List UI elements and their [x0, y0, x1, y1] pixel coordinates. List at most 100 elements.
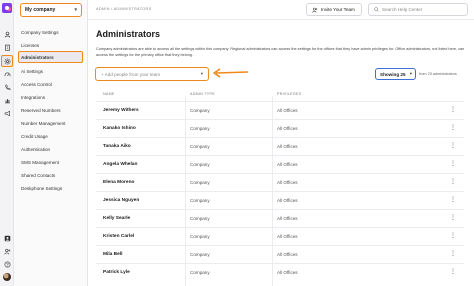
admin-name[interactable]: Jeremy Withers: [103, 108, 139, 113]
admin-type: Company: [190, 252, 210, 257]
search-icon: [374, 7, 379, 12]
showing-count-label: Showing 25: [380, 71, 406, 77]
column-header-name[interactable]: NAME: [103, 92, 115, 96]
admin-type: Company: [190, 108, 210, 113]
admin-type: Company: [190, 144, 210, 149]
more-options-icon[interactable]: ⋮: [450, 267, 456, 277]
admin-name[interactable]: Kanako Ishino: [103, 126, 136, 131]
table-header: NAME ADMIN TYPE PRIVILEGES: [100, 91, 462, 99]
more-options-icon[interactable]: ⋮: [450, 159, 456, 169]
admin-name[interactable]: Tanaka Aiko: [103, 144, 131, 149]
admin-type: Company: [190, 162, 210, 167]
sidebar-item-licenses[interactable]: Licenses: [20, 40, 39, 50]
admin-type: Company: [190, 126, 210, 131]
more-options-icon[interactable]: ⋮: [450, 213, 456, 223]
sidebar-item-sms-management[interactable]: SMS Management: [20, 157, 59, 167]
more-options-icon[interactable]: ⋮: [450, 249, 456, 259]
gauge-icon[interactable]: [3, 70, 11, 78]
company-select-value: My company: [25, 7, 56, 13]
table-row[interactable]: Mila Bell Company All Offices ⋮: [96, 245, 464, 263]
showing-count-select[interactable]: Showing 25 ▾: [375, 68, 416, 80]
sidebar-item-shared-contacts[interactable]: Shared Contacts: [20, 170, 55, 180]
admin-type: Company: [190, 270, 210, 275]
column-header-admin-type[interactable]: ADMIN TYPE: [190, 92, 215, 96]
admin-privileges: All Offices: [277, 162, 298, 167]
person-add-icon: [312, 7, 318, 13]
more-options-icon[interactable]: ⋮: [450, 105, 456, 115]
sidebar-item-reserved-numbers[interactable]: Reserved Numbers: [20, 105, 61, 115]
help-icon[interactable]: [3, 260, 11, 268]
company-select[interactable]: My company ▾: [20, 3, 82, 17]
admin-name[interactable]: Jessica Nguyen: [103, 198, 139, 203]
megaphone-icon[interactable]: [3, 109, 11, 117]
app-logo-icon[interactable]: [2, 3, 12, 13]
sidebar-item-authentication[interactable]: Authentication: [20, 144, 50, 154]
add-people-select[interactable]: + Add people from your team ▾: [95, 67, 209, 81]
admin-privileges: All Offices: [277, 144, 298, 149]
admin-privileges: All Offices: [277, 126, 298, 131]
sidebar-item-ai-settings[interactable]: Ai Settings: [20, 66, 43, 76]
more-options-icon[interactable]: ⋮: [450, 123, 456, 133]
page-title: Administrators: [96, 29, 161, 39]
page-description: Company administrators are able to acces…: [96, 47, 465, 57]
table-row[interactable]: Jessica Nguyen Company All Offices ⋮: [96, 191, 464, 209]
admin-name[interactable]: Patrick Lyle: [103, 270, 130, 275]
sidebar-item-administrators[interactable]: Administrators: [18, 51, 83, 63]
group-icon[interactable]: [3, 234, 11, 242]
table-row[interactable]: Angela Whelan Company All Offices ⋮: [96, 155, 464, 173]
sidebar-item-company-settings[interactable]: Company Settings: [20, 27, 59, 37]
chart-icon[interactable]: [3, 96, 11, 104]
admin-type: Company: [190, 198, 210, 203]
admin-name[interactable]: Mila Bell: [103, 252, 122, 257]
user-icon[interactable]: [3, 30, 11, 38]
table-row[interactable]: Kanako Ishino Company All Offices ⋮: [96, 119, 464, 137]
table-row[interactable]: Patrick Lyle Company All Offices ⋮: [96, 263, 464, 281]
sidebar-item-number-management[interactable]: Number Management: [20, 118, 65, 128]
more-options-icon[interactable]: ⋮: [450, 141, 456, 151]
sidebar-item-deskphone-settings[interactable]: Deskphone Settings: [20, 183, 62, 193]
admin-privileges: All Offices: [277, 252, 298, 257]
help-search-placeholder: Search Help Center: [382, 7, 423, 12]
admin-type: Company: [190, 234, 210, 239]
more-options-icon[interactable]: ⋮: [450, 231, 456, 241]
gear-icon[interactable]: [1, 55, 13, 67]
invite-team-label: Invite Your Team: [321, 7, 355, 12]
avatar[interactable]: [3, 273, 11, 281]
help-search-input[interactable]: Search Help Center: [368, 3, 468, 16]
annotation-arrow-icon: [213, 68, 249, 78]
table-row[interactable]: Jeremy Withers Company All Offices ⋮: [96, 101, 464, 119]
chevron-down-icon: ▾: [409, 71, 412, 76]
table-row[interactable]: Kristen Carlel Company All Offices ⋮: [96, 227, 464, 245]
admin-type: Company: [190, 216, 210, 221]
table-row[interactable]: Tanaka Aiko Company All Offices ⋮: [96, 137, 464, 155]
building-icon[interactable]: [3, 43, 11, 51]
invite-team-button[interactable]: Invite Your Team: [306, 3, 362, 16]
icon-rail: [0, 0, 14, 286]
admin-privileges: All Offices: [277, 180, 298, 185]
more-options-icon[interactable]: ⋮: [450, 195, 456, 205]
breadcrumb: ADMIN / ADMINISTRATORS: [96, 7, 152, 11]
admin-privileges: All Offices: [277, 234, 298, 239]
admin-name[interactable]: Kristen Carlel: [103, 234, 134, 239]
table-row[interactable]: Elena Moreno Company All Offices ⋮: [96, 173, 464, 191]
admin-type: Company: [190, 180, 210, 185]
add-people-placeholder: + Add people from your team: [101, 71, 161, 77]
admin-privileges: All Offices: [277, 108, 298, 113]
admin-name[interactable]: Angela Whelan: [103, 162, 137, 167]
person-add-icon[interactable]: [3, 247, 11, 255]
sidebar-item-integrations[interactable]: Integrations: [20, 92, 45, 102]
phone-icon[interactable]: [3, 83, 11, 91]
admin-name[interactable]: Elena Moreno: [103, 180, 134, 185]
column-header-privileges[interactable]: PRIVILEGES: [277, 92, 301, 96]
table-row[interactable]: Kelly Searle Company All Offices ⋮: [96, 209, 464, 227]
admin-privileges: All Offices: [277, 270, 298, 275]
chevron-down-icon: ▾: [200, 71, 203, 76]
sidebar-item-access-control[interactable]: Access Control: [20, 79, 52, 89]
more-options-icon[interactable]: ⋮: [450, 177, 456, 187]
admin-privileges: All Offices: [277, 198, 298, 203]
sidebar-item-credit-usage[interactable]: Credit Usage: [20, 131, 48, 141]
admin-privileges: All Offices: [277, 216, 298, 221]
settings-sidebar: My company ▾ Company Settings Licenses A…: [14, 0, 88, 286]
chevron-down-icon: ▾: [74, 7, 77, 13]
admin-name[interactable]: Kelly Searle: [103, 216, 130, 221]
